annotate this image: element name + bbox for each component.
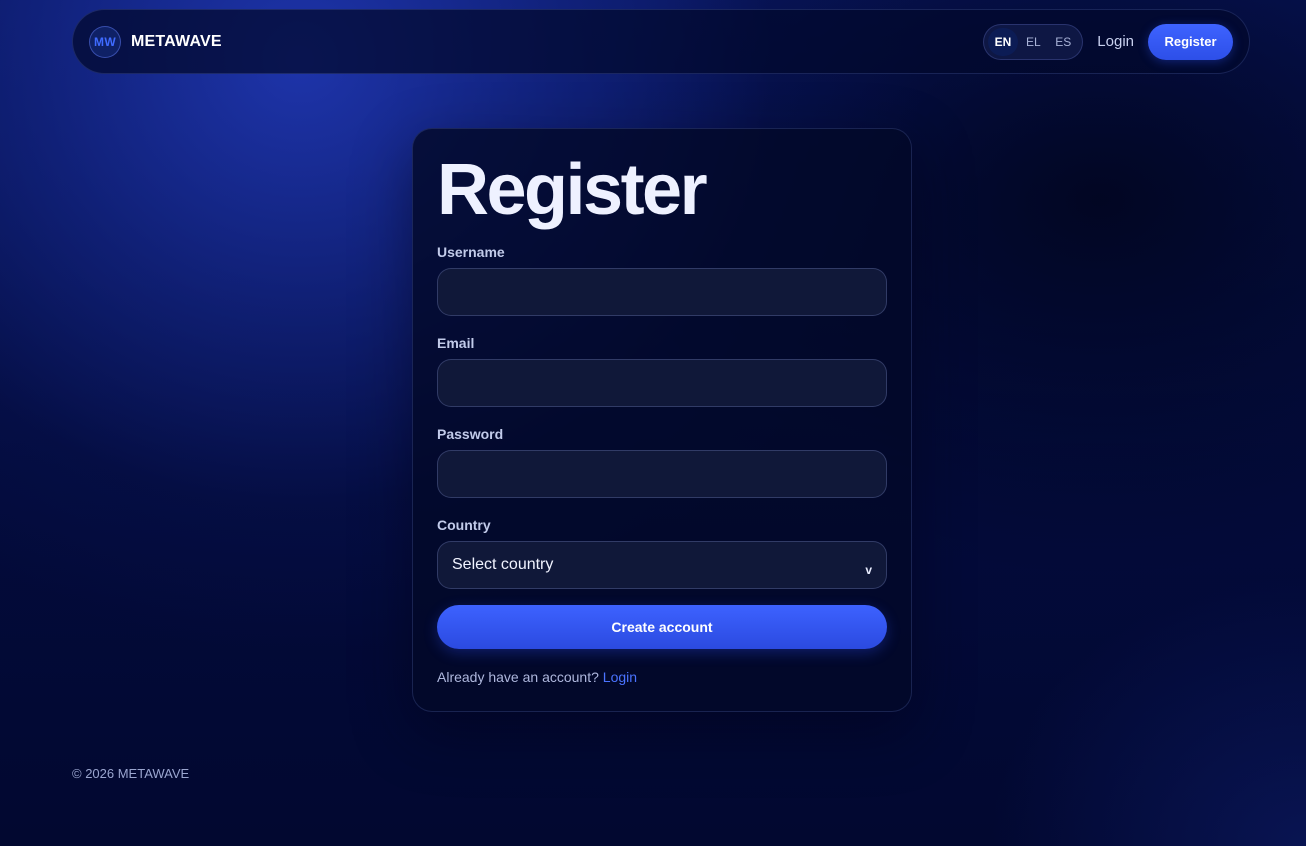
login-link[interactable]: Login [603,669,637,685]
email-label: Email [437,335,475,351]
page-title: Register [437,150,708,230]
top-navbar: MW METAWAVE EN EL ES Login Register [72,9,1250,74]
country-select[interactable]: Select country v [437,541,887,589]
create-account-button[interactable]: Create account [437,605,887,649]
login-prompt-line: Already have an account? Login [437,669,887,685]
language-el-button[interactable]: EL [1018,28,1048,56]
login-prompt-text: Already have an account? [437,669,599,685]
email-field[interactable] [437,359,887,407]
brand-logo: MW [89,25,121,58]
password-field[interactable] [437,450,887,498]
username-field[interactable] [437,268,887,316]
language-es-button[interactable]: ES [1048,28,1078,56]
language-switcher: EN EL ES [982,23,1084,60]
country-label: Country [437,517,491,533]
username-label: Username [437,244,505,260]
chevron-down-icon: v [865,563,872,577]
language-en-button[interactable]: EN [987,27,1019,56]
brand-link[interactable]: MW METAWAVE [89,25,222,58]
country-select-value: Select country [452,556,554,573]
nav-login-link[interactable]: Login [1097,33,1134,50]
register-card: Register Username Email Password Country… [412,128,912,712]
nav-register-button[interactable]: Register [1148,23,1233,60]
brand-name: METAWAVE [131,32,222,50]
footer-copyright: © 2026 METAWAVE [72,766,190,781]
password-label: Password [437,426,504,442]
